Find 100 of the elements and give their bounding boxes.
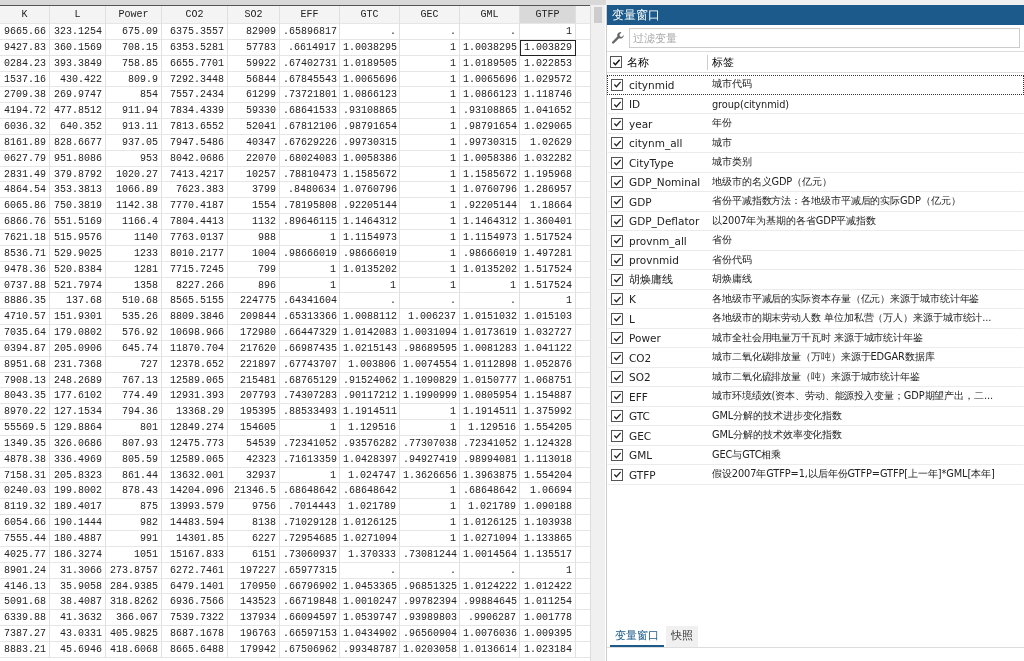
table-cell: 1.06694 bbox=[520, 483, 576, 500]
checkbox[interactable] bbox=[611, 176, 623, 189]
panel-tab[interactable]: 变量窗口 bbox=[610, 626, 664, 647]
column-header[interactable]: GTFP bbox=[520, 6, 576, 24]
variable-row[interactable]: EFF 城市环境绩效(资本、劳动、能源投入变量；GDP期望产出，二... bbox=[607, 387, 1024, 407]
column-header[interactable]: 名称 bbox=[622, 54, 708, 70]
table-cell: 515.9576 bbox=[50, 229, 106, 246]
checkbox[interactable] bbox=[611, 78, 623, 91]
table-cell: .77307038 bbox=[400, 435, 460, 452]
table-cell: 1.0065696 bbox=[340, 71, 400, 88]
checkbox[interactable] bbox=[611, 312, 623, 325]
checkbox[interactable] bbox=[611, 98, 623, 111]
table-cell: 0240.03 bbox=[0, 483, 50, 500]
table-cell: 8970.22 bbox=[0, 404, 50, 421]
table-cell: 913.11 bbox=[106, 119, 162, 135]
column-header[interactable]: 标签 bbox=[708, 54, 734, 70]
table-cell: 143523 bbox=[228, 594, 280, 611]
table-cell: 61299 bbox=[228, 87, 280, 104]
table-cell: 405.9825 bbox=[106, 626, 162, 642]
table-cell: .6614917 bbox=[280, 39, 340, 56]
checkbox[interactable] bbox=[611, 390, 623, 403]
variable-label: 省份平减指数方法：各地级市平减后的实际GDP（亿元） bbox=[711, 195, 961, 209]
variable-row[interactable]: CO2 城市二氧化碳排放量（万吨）来源于EDGAR数据库 bbox=[607, 348, 1024, 368]
checkbox[interactable] bbox=[611, 215, 623, 228]
column-header[interactable]: CO2 bbox=[162, 6, 228, 24]
column-header[interactable]: EFF bbox=[280, 6, 340, 24]
variable-row[interactable]: CityType 城市类别 bbox=[607, 153, 1024, 173]
table-cell: .67506962 bbox=[280, 641, 340, 658]
variable-row[interactable]: K 各地级市平减后的实际资本存量（亿元）来源于城市统计年鉴 bbox=[607, 289, 1024, 309]
variable-row[interactable]: GTFP 假设2007年GTFP=1,以后年份GTFP=GTFP[上一年]*GML[本年] bbox=[607, 465, 1024, 485]
checkbox[interactable] bbox=[611, 371, 623, 384]
checkbox[interactable] bbox=[611, 429, 623, 442]
table-cell: 1.0135202 bbox=[460, 261, 520, 278]
variable-row[interactable]: GEC GML分解的技术效率变化指数 bbox=[607, 426, 1024, 446]
variable-row[interactable]: GTC GML分解的技术进步变化指数 bbox=[607, 406, 1024, 426]
table-cell: .92205144 bbox=[340, 198, 400, 215]
variable-label: 城市全社会用电量万千瓦时 来源于城市统计年鉴 bbox=[711, 331, 923, 345]
variable-row[interactable]: year 年份 bbox=[607, 114, 1024, 134]
checkbox[interactable] bbox=[611, 117, 623, 130]
variable-name: year bbox=[628, 117, 654, 130]
table-cell: 1 bbox=[280, 261, 340, 278]
variable-row[interactable]: provnm_all 省份 bbox=[607, 231, 1024, 251]
variable-row[interactable]: GML GEC与GTC相乘 bbox=[607, 445, 1024, 465]
table-cell: 4864.54 bbox=[0, 182, 50, 199]
checkbox[interactable] bbox=[611, 273, 623, 286]
variable-row[interactable]: GDP 省份平减指数方法：各地级市平减后的实际GDP（亿元） bbox=[607, 192, 1024, 212]
checkbox[interactable] bbox=[611, 254, 623, 267]
table-cell: 953 bbox=[106, 150, 162, 167]
variable-label: 胡焕庸线 bbox=[711, 273, 752, 287]
variable-row[interactable]: GDP_Deflator 以2007年为基期的各省GDP平减指数 bbox=[607, 211, 1024, 231]
checkbox[interactable] bbox=[611, 332, 623, 345]
column-header[interactable]: L bbox=[50, 6, 106, 24]
table-cell: 154605 bbox=[228, 420, 280, 436]
variable-row[interactable]: ID group(citynmid) bbox=[607, 94, 1024, 114]
variable-row[interactable]: L 各地级市的期末劳动人数 单位加私营（万人）来源于城市统计... bbox=[607, 309, 1024, 329]
table-cell: .90117212 bbox=[340, 388, 400, 405]
table-cell: 180.4887 bbox=[50, 531, 106, 547]
table-cell: .98666019 bbox=[460, 245, 520, 262]
table-cell: 640.352 bbox=[50, 119, 106, 135]
checkbox[interactable] bbox=[611, 156, 623, 169]
checkbox[interactable] bbox=[610, 56, 622, 68]
variable-row[interactable]: provnmid 省份代码 bbox=[607, 250, 1024, 270]
variable-name: Power bbox=[628, 332, 662, 345]
table-cell: 179.0802 bbox=[50, 325, 106, 341]
panel-tab[interactable]: 快照 bbox=[666, 626, 698, 647]
table-cell: .78810473 bbox=[280, 166, 340, 183]
checkbox[interactable] bbox=[611, 195, 623, 208]
column-header[interactable]: Power bbox=[106, 6, 162, 24]
column-header[interactable]: GTC bbox=[340, 6, 400, 24]
variable-row[interactable]: citynm_all 城市 bbox=[607, 133, 1024, 153]
table-cell: 1.135517 bbox=[520, 546, 576, 563]
variable-row[interactable]: Power 城市全社会用电量万千瓦时 来源于城市统计年鉴 bbox=[607, 328, 1024, 348]
filter-field[interactable]: 过滤变量 bbox=[629, 28, 1020, 48]
checkbox[interactable] bbox=[611, 293, 623, 306]
column-header[interactable]: GEC bbox=[400, 6, 460, 24]
checkbox[interactable] bbox=[611, 468, 623, 481]
table-cell: 520.8384 bbox=[50, 261, 106, 278]
column-header[interactable]: SO2 bbox=[228, 6, 280, 24]
checkbox[interactable] bbox=[611, 137, 623, 150]
variable-row[interactable]: citynmid 城市代码 bbox=[607, 75, 1024, 95]
variable-row[interactable]: SO2 城市二氧化硫排放量（吨）来源于城市统计年鉴 bbox=[607, 367, 1024, 387]
table-cell: 197227 bbox=[228, 562, 280, 579]
table-cell: . bbox=[400, 293, 460, 310]
checkbox[interactable] bbox=[611, 234, 623, 247]
column-header[interactable]: K bbox=[0, 6, 50, 24]
table-cell: 1 bbox=[400, 103, 460, 120]
table-cell: 0627.79 bbox=[0, 150, 50, 167]
checkbox[interactable] bbox=[611, 351, 623, 364]
table-cell: 875 bbox=[106, 499, 162, 516]
table-cell: 7804.4413 bbox=[162, 214, 228, 230]
variable-row[interactable]: 胡焕庸线 胡焕庸线 bbox=[607, 270, 1024, 290]
table-cell: 127.1534 bbox=[50, 404, 106, 421]
table-cell: 209844 bbox=[228, 309, 280, 326]
checkbox[interactable] bbox=[611, 410, 623, 423]
table-cell: 1 bbox=[460, 277, 520, 294]
table-cell: 1.124328 bbox=[520, 435, 576, 452]
variable-row[interactable]: GDP_Nominal 地级市的名义GDP（亿元） bbox=[607, 172, 1024, 192]
table-cell: 1.133865 bbox=[520, 531, 576, 547]
table-cell: .66447329 bbox=[280, 325, 340, 341]
checkbox[interactable] bbox=[611, 449, 623, 462]
